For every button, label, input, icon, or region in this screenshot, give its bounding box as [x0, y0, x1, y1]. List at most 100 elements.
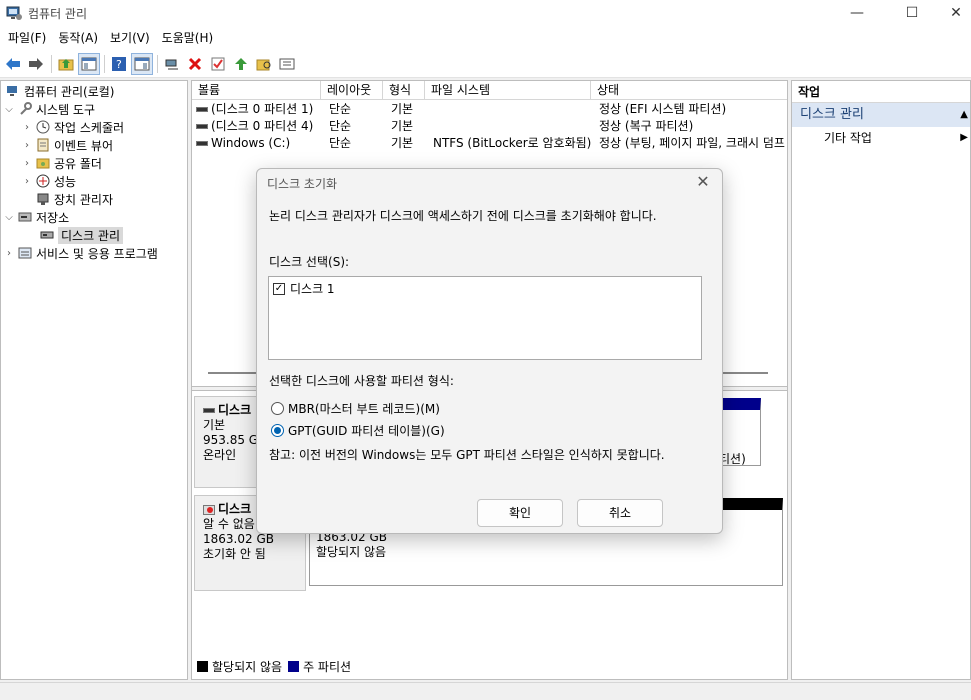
- tree-item-root[interactable]: 컴퓨터 관리(로컬): [3, 82, 114, 100]
- tree-item-label: 이벤트 뷰어: [54, 138, 114, 153]
- radio-selected-icon[interactable]: [271, 424, 284, 437]
- action-more[interactable]: 기타 작업 ▶: [792, 127, 970, 149]
- column-header[interactable]: 형식: [383, 81, 425, 100]
- volume-name: Windows (C:): [211, 136, 291, 150]
- actions-title: 작업: [792, 81, 970, 103]
- action-label: 기타 작업: [824, 131, 872, 145]
- mbr-option[interactable]: MBR(마스터 부트 레코드)(M): [271, 400, 440, 417]
- menu-view[interactable]: 보기(V): [104, 26, 156, 50]
- chevron-right-icon[interactable]: ›: [21, 176, 33, 187]
- list-icon: [279, 58, 295, 69]
- volume-fs: [429, 118, 595, 135]
- minimize-icon: —: [850, 5, 864, 21]
- check-button[interactable]: [207, 53, 229, 75]
- search-folder-button[interactable]: [253, 53, 275, 75]
- table-row[interactable]: Windows (C:) 단순 기본 NTFS (BitLocker로 암호화됨…: [192, 135, 787, 152]
- title-bar: 컴퓨터 관리 — ☐ ✕: [0, 0, 971, 26]
- chevron-down-icon[interactable]: ⌵: [3, 212, 15, 223]
- partition-state: 할당되지 않음: [316, 545, 387, 559]
- column-header[interactable]: 상태: [591, 81, 787, 100]
- section-label: 디스크 관리: [800, 107, 864, 122]
- dialog-close-button[interactable]: ✕: [692, 171, 714, 193]
- mbr-label: MBR(마스터 부트 레코드)(M): [288, 402, 440, 416]
- properties-pane-icon: [134, 57, 150, 70]
- tree-item-label: 장치 관리자: [54, 192, 114, 207]
- disk0-partition[interactable]: 티션): [718, 398, 761, 466]
- back-arrow-icon: [6, 57, 20, 70]
- list-item[interactable]: ✓ 디스크 1: [273, 280, 335, 297]
- close-button[interactable]: ✕: [933, 0, 971, 26]
- drive-icon: [196, 141, 208, 146]
- chevron-right-icon[interactable]: ›: [21, 140, 33, 151]
- tree-item-shared-folders[interactable]: › 공유 폴더: [21, 154, 102, 172]
- menu-file[interactable]: 파일(F): [2, 26, 52, 50]
- up-arrow-button[interactable]: [230, 53, 252, 75]
- tools-icon: [17, 101, 33, 117]
- disk-icon: [203, 408, 215, 413]
- chevron-right-icon[interactable]: ›: [21, 122, 33, 133]
- tree-item-label: 컴퓨터 관리(로컬): [24, 84, 115, 99]
- ok-button[interactable]: 확인: [477, 499, 563, 527]
- up-folder-button[interactable]: [55, 53, 77, 75]
- tree-item-device-manager[interactable]: 장치 관리자: [33, 190, 113, 208]
- shared-folder-icon: [35, 155, 51, 171]
- column-header[interactable]: 파일 시스템: [425, 81, 591, 100]
- dialog-note: 참고: 이전 버전의 Windows는 모두 GPT 파티션 스타일은 인식하지…: [269, 448, 665, 462]
- column-header[interactable]: 볼륨: [192, 81, 321, 100]
- tree-item-disk-management[interactable]: 디스크 관리: [37, 226, 124, 244]
- checkbox-checked-icon[interactable]: ✓: [273, 282, 285, 295]
- volume-fs: NTFS (BitLocker로 암호화됨): [433, 136, 592, 150]
- volume-layout: 단순: [329, 136, 352, 150]
- clock-icon: [35, 119, 51, 135]
- tree-item-performance[interactable]: › 성능: [21, 172, 76, 190]
- navigation-tree: 컴퓨터 관리(로컬) ⌵ 시스템 도구 › 작업 스케줄러 › 이벤트 뷰어 ›…: [0, 80, 188, 680]
- svg-text:?: ?: [116, 58, 122, 71]
- close-icon: ✕: [696, 172, 710, 191]
- show-pane-button[interactable]: [78, 52, 100, 75]
- window-title: 컴퓨터 관리: [28, 6, 88, 21]
- back-button[interactable]: [2, 53, 24, 75]
- initialize-disk-dialog: 디스크 초기화 ✕ 논리 디스크 관리자가 디스크에 액세스하기 전에 디스크를…: [256, 168, 723, 534]
- volume-status: 정상 (부팅, 페이지 파일, 크래시 덤프: [599, 136, 785, 150]
- maximize-button[interactable]: ☐: [889, 0, 935, 26]
- drive-icon: [196, 124, 208, 129]
- chevron-right-icon[interactable]: ›: [3, 248, 15, 259]
- minimize-button[interactable]: —: [834, 0, 880, 26]
- list-button[interactable]: [276, 53, 298, 75]
- tree-item-storage[interactable]: ⌵ 저장소: [3, 208, 69, 226]
- volume-name: (디스크 0 파티션 1): [211, 102, 314, 116]
- tree-item-task-scheduler[interactable]: › 작업 스케줄러: [21, 118, 124, 136]
- tree-item-services-apps[interactable]: › 서비스 및 응용 프로그램: [3, 244, 158, 262]
- column-header[interactable]: 레이아웃: [321, 81, 383, 100]
- menu-action[interactable]: 동작(A): [52, 26, 104, 50]
- chevron-down-icon[interactable]: ⌵: [3, 104, 15, 115]
- cancel-button[interactable]: 취소: [577, 499, 663, 527]
- tree-item-label: 디스크 관리: [58, 226, 124, 244]
- table-row[interactable]: (디스크 0 파티션 4) 단순 기본 정상 (복구 파티션): [192, 118, 787, 135]
- tree-item-event-viewer[interactable]: › 이벤트 뷰어: [21, 136, 113, 154]
- delete-icon: [188, 57, 202, 70]
- connect-button[interactable]: [161, 53, 183, 75]
- help-button[interactable]: ?: [108, 53, 130, 75]
- volume-name: (디스크 0 파티션 4): [211, 119, 314, 133]
- delete-button[interactable]: [184, 53, 206, 75]
- menu-help[interactable]: 도움말(H): [156, 26, 220, 50]
- gpt-option[interactable]: GPT(GUID 파티션 테이블)(G): [271, 422, 445, 439]
- show-pane-icon: [81, 57, 97, 70]
- volume-type: 기본: [391, 136, 414, 150]
- volume-status: 정상 (EFI 시스템 파티션): [599, 102, 727, 116]
- actions-section-disk-management[interactable]: 디스크 관리 ▲: [792, 103, 970, 127]
- table-row[interactable]: (디스크 0 파티션 1) 단순 기본 정상 (EFI 시스템 파티션): [192, 101, 787, 118]
- tree-item-system-tools[interactable]: ⌵ 시스템 도구: [3, 100, 95, 118]
- radio-unselected-icon[interactable]: [271, 402, 284, 415]
- status-bar: [0, 682, 971, 700]
- uninitialized-disk-icon: [203, 504, 215, 515]
- help-icon: ?: [112, 56, 126, 71]
- tree-item-label: 서비스 및 응용 프로그램: [36, 246, 158, 261]
- chevron-right-icon[interactable]: ›: [21, 158, 33, 169]
- properties-pane-button[interactable]: [131, 52, 153, 75]
- performance-icon: [35, 173, 51, 189]
- disk-select-list[interactable]: ✓ 디스크 1: [268, 276, 702, 360]
- volume-status: 정상 (복구 파티션): [599, 119, 694, 133]
- forward-button[interactable]: [25, 53, 47, 75]
